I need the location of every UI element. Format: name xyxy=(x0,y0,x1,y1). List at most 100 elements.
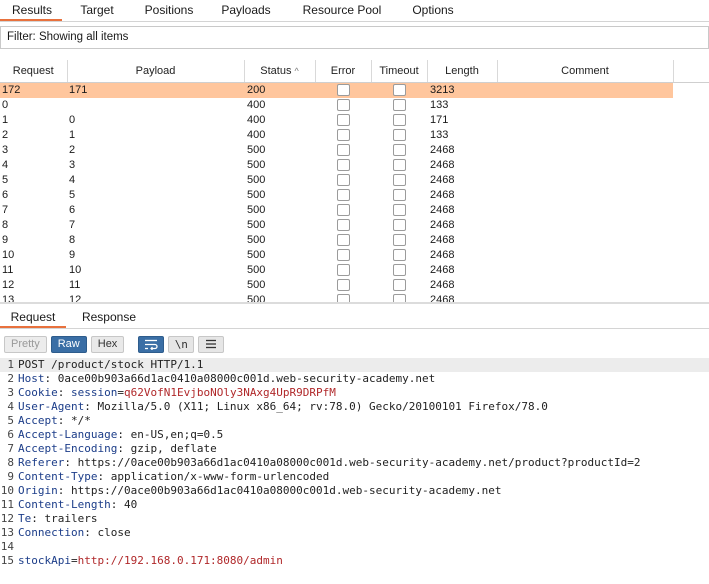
cell-error xyxy=(315,248,371,263)
body-param-value: http://192.168.0.171:8080/admin xyxy=(77,554,283,567)
cell-filler xyxy=(673,127,709,143)
table-row[interactable]: 12 11 500 2468 xyxy=(0,277,709,293)
tab-options[interactable]: Options xyxy=(398,0,468,21)
cell-error xyxy=(315,263,371,278)
table-row[interactable]: 8 7 500 2468 xyxy=(0,217,709,233)
tab-resource-pool[interactable]: Resource Pool xyxy=(286,0,398,21)
timeout-checkbox xyxy=(392,128,406,141)
request-line-text: POST /product/stock HTTP/1.1 xyxy=(18,358,204,371)
wrap-glyph-icon xyxy=(145,339,158,350)
table-row[interactable]: 1 0 400 171 xyxy=(0,112,709,128)
table-row[interactable]: 172 171 200 3213 xyxy=(0,82,709,98)
cell-length: 2468 xyxy=(430,233,455,246)
cell-filler xyxy=(673,142,709,158)
table-row[interactable]: 9 8 500 2468 xyxy=(0,232,709,248)
cell-filler xyxy=(673,97,709,113)
error-checkbox xyxy=(336,128,350,141)
header-separator: : xyxy=(97,470,111,483)
cell-request: 12 xyxy=(2,278,15,291)
cell-status: 500 xyxy=(247,233,266,246)
table-row[interactable]: 0 400 133 xyxy=(0,97,709,113)
header-name: Connection xyxy=(18,526,85,539)
cell-length: 3213 xyxy=(427,82,497,98)
cell-payload: 11 xyxy=(69,278,81,291)
column-header-comment[interactable]: Comment xyxy=(497,60,674,83)
timeout-checkbox xyxy=(392,158,406,171)
cell-timeout xyxy=(371,203,427,218)
header-value: close xyxy=(97,526,131,539)
column-header-status[interactable]: Status ^ xyxy=(244,60,316,83)
hamburger-menu-icon[interactable] xyxy=(198,335,225,353)
header-name: Referer xyxy=(18,456,65,469)
cell-error xyxy=(315,113,371,128)
word-wrap-icon[interactable] xyxy=(138,335,165,353)
cookie-value: q62VofN1EvjboNOly3NAxg4UpR9DRPfM xyxy=(123,386,336,399)
table-row[interactable]: 4 3 500 2468 xyxy=(0,157,709,173)
cell-request: 7 xyxy=(2,203,9,216)
tab-results[interactable]: Results xyxy=(0,0,62,21)
error-checkbox xyxy=(336,218,350,231)
column-header-timeout[interactable]: Timeout xyxy=(371,60,428,83)
timeout-checkbox xyxy=(392,263,406,276)
cell-payload: 4 xyxy=(69,173,76,186)
filter-bar[interactable]: Filter: Showing all items xyxy=(0,26,709,49)
tab-positions[interactable]: Positions xyxy=(132,0,206,21)
header-separator: : xyxy=(31,512,45,525)
table-row[interactable]: 13 12 500 2468 xyxy=(0,292,709,303)
cell-error xyxy=(315,203,371,218)
cell-request: 172 xyxy=(0,82,67,98)
table-row[interactable]: 6 5 500 2468 xyxy=(0,187,709,203)
cell-status: 400 xyxy=(247,113,266,126)
cell-timeout xyxy=(371,278,427,293)
tab-request[interactable]: Request xyxy=(0,308,66,328)
line-number: 8 xyxy=(7,456,14,469)
cell-length: 133 xyxy=(430,128,449,141)
table-row[interactable]: 3 2 500 2468 xyxy=(0,142,709,158)
cell-error xyxy=(315,173,371,188)
cell-comment xyxy=(497,233,673,248)
body-param-name: stockApi xyxy=(18,554,71,567)
tab-response[interactable]: Response xyxy=(66,308,152,328)
hex-button[interactable]: Hex xyxy=(90,335,125,353)
table-row[interactable]: 5 4 500 2468 xyxy=(0,172,709,188)
raw-button[interactable]: Raw xyxy=(50,335,87,353)
tab-payloads[interactable]: Payloads xyxy=(206,0,286,21)
cell-comment xyxy=(497,293,673,303)
cell-status: 500 xyxy=(247,248,266,261)
timeout-checkbox xyxy=(392,218,406,231)
table-row[interactable]: 11 10 500 2468 xyxy=(0,262,709,278)
cell-timeout xyxy=(371,263,427,278)
table-row[interactable]: 2 1 400 133 xyxy=(0,127,709,143)
cell-payload: 6 xyxy=(69,203,76,216)
header-name: Content-Length xyxy=(18,498,111,511)
cell-comment xyxy=(497,82,673,98)
cell-filler xyxy=(673,262,709,278)
tab-target[interactable]: Target xyxy=(62,0,132,21)
cookie-name: session xyxy=(71,386,118,399)
table-row[interactable]: 7 6 500 2468 xyxy=(0,202,709,218)
error-checkbox xyxy=(336,173,350,186)
column-header-request[interactable]: Request xyxy=(0,60,68,83)
column-header-error[interactable]: Error xyxy=(315,60,372,83)
line-number: 6 xyxy=(7,428,14,441)
column-header-payload[interactable]: Payload xyxy=(67,60,245,83)
pretty-button[interactable]: Pretty xyxy=(4,335,47,353)
error-checkbox xyxy=(336,263,350,276)
error-checkbox xyxy=(336,143,350,156)
cell-error xyxy=(315,233,371,248)
cell-timeout xyxy=(371,188,427,203)
newline-toggle-button[interactable]: \n xyxy=(168,335,195,353)
header-name: Cookie xyxy=(18,386,58,399)
request-editor[interactable]: 1 POST /product/stock HTTP/1.1 2 Host: 0ace… xyxy=(0,358,709,584)
message-tab-bar: Request Response xyxy=(0,308,709,329)
cell-filler xyxy=(673,292,709,302)
cell-status: 500 xyxy=(247,293,266,303)
menu-lines-icon xyxy=(206,339,217,349)
cell-filler xyxy=(673,232,709,248)
pane-divider[interactable] xyxy=(0,302,709,304)
table-row[interactable]: 10 9 500 2468 xyxy=(0,247,709,263)
cell-length: 2468 xyxy=(430,293,455,303)
cell-status: 200 xyxy=(244,82,315,98)
column-header-length[interactable]: Length xyxy=(427,60,498,83)
header-separator: : xyxy=(57,414,71,427)
